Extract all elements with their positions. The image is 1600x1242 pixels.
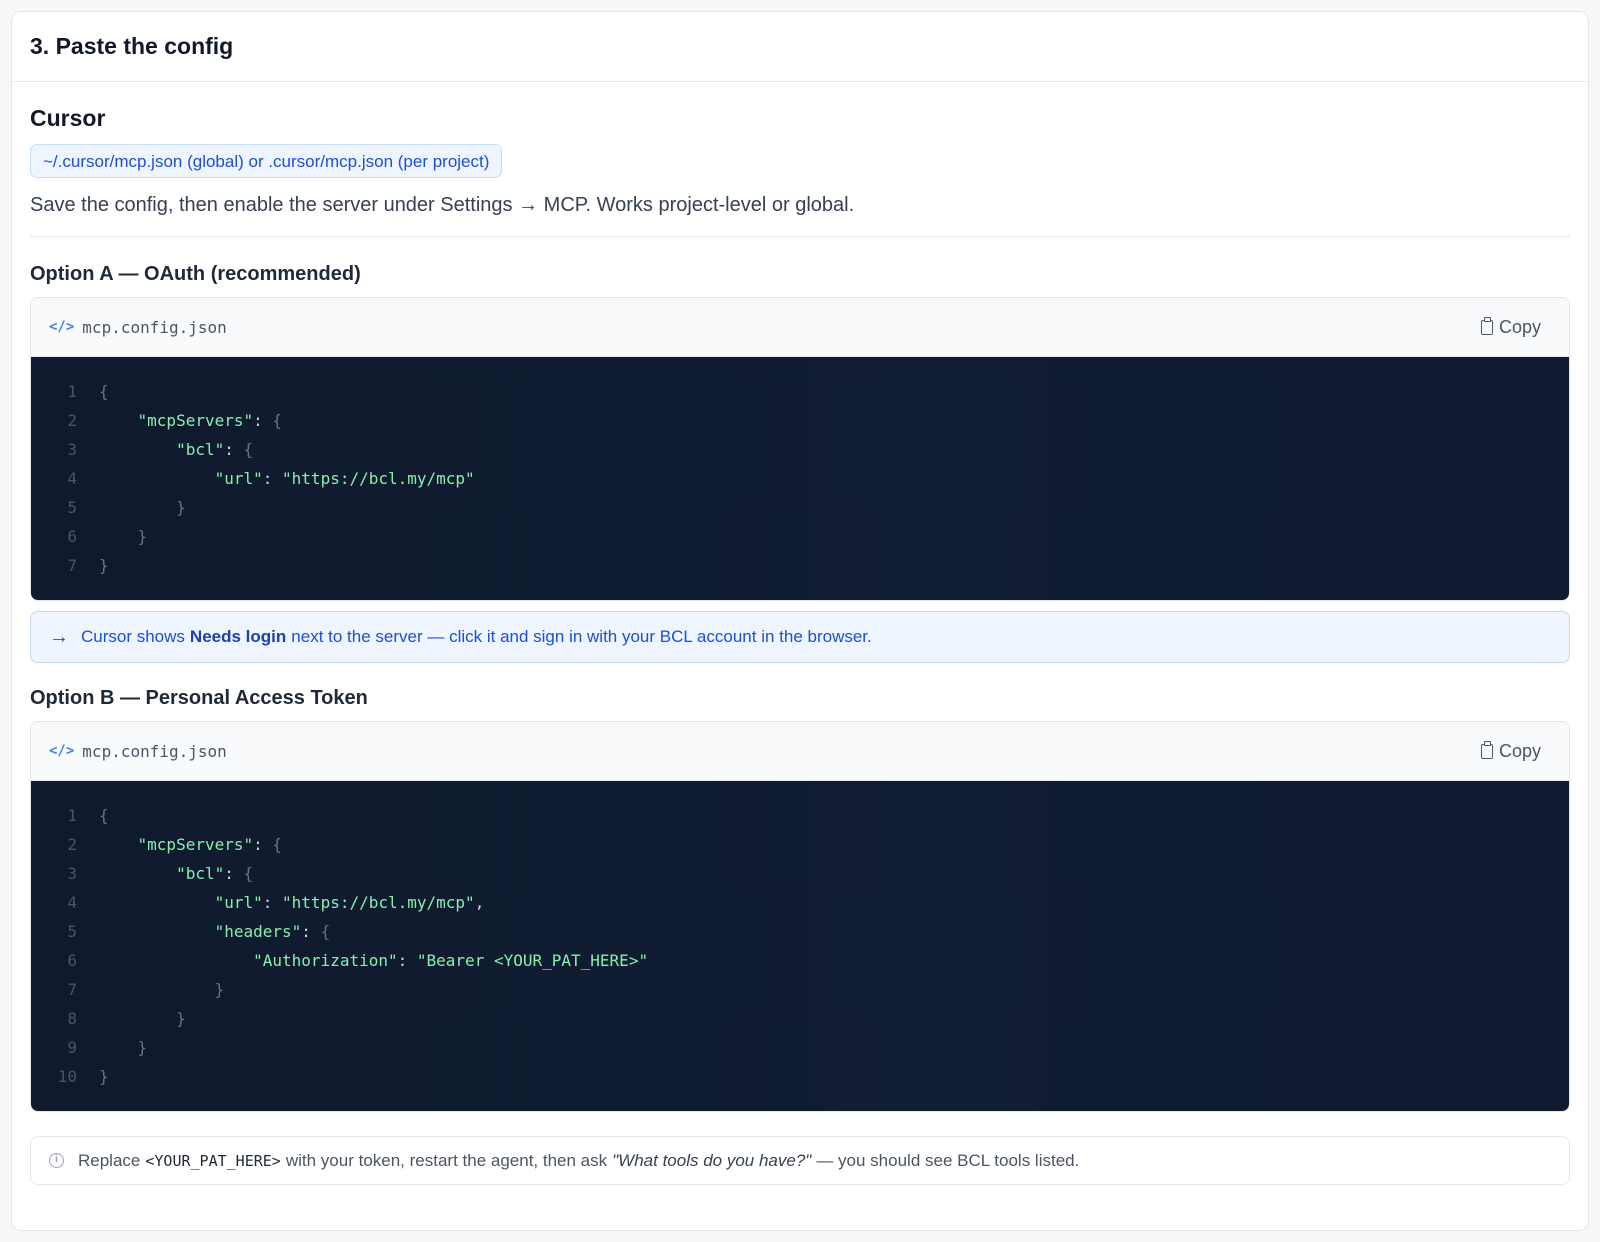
code-text: }: [137, 1038, 148, 1057]
code-line: 6 "Authorization": "Bearer <YOUR_PAT_HER…: [31, 946, 1569, 975]
code-body[interactable]: 1{2 "mcpServers": {3 "bcl": {4 "url": "h…: [31, 357, 1569, 600]
note-middle: with your token, restart the agent, then…: [285, 1150, 608, 1170]
code-block-header: </> mcp.config.json Copy: [31, 722, 1569, 781]
code-text: }: [176, 1009, 186, 1028]
code-line: 9 }: [31, 1033, 1569, 1062]
filename: mcp.config.json: [82, 317, 227, 337]
code-line: 2 "mcpServers": {: [31, 830, 1569, 859]
note-suffix: — you should see BCL tools listed.: [816, 1150, 1080, 1170]
callout-bold: Needs login: [189, 627, 287, 646]
code-line: 7 }: [31, 975, 1569, 1004]
code-line: 1{: [31, 377, 1569, 406]
copy-label: Copy: [1498, 740, 1541, 761]
copy-label: Copy: [1498, 316, 1541, 337]
filename: mcp.config.json: [82, 741, 227, 761]
code-text: }: [176, 498, 186, 517]
line-number: 2: [67, 835, 77, 854]
code-line: 10}: [31, 1062, 1569, 1091]
callout-suffix: next to the server — click it and sign i…: [291, 627, 872, 646]
code-line: 8 }: [31, 1004, 1569, 1033]
arrow-right-icon: →: [49, 625, 69, 648]
config-path-chip: ~/.cursor/mcp.json (global) or .cursor/m…: [30, 144, 503, 178]
card-header: 3. Paste the config: [12, 12, 1588, 82]
option-b-code-block: </> mcp.config.json Copy 1{2 "mcpServers…: [30, 721, 1570, 1112]
line-number: 3: [67, 864, 77, 883]
note-quote: "What tools do you have?": [612, 1150, 812, 1170]
file-label: </> mcp.config.json: [49, 318, 227, 337]
line-number: 5: [67, 498, 77, 517]
code-line: 3 "bcl": {: [31, 435, 1569, 464]
code-line: 6 }: [31, 522, 1569, 551]
code-line: 4 "url": "https://bcl.my/mcp": [31, 464, 1569, 493]
clipboard-icon: [1480, 316, 1493, 335]
note-code: <YOUR_PAT_HERE>: [145, 1151, 281, 1170]
line-number: 6: [67, 527, 77, 546]
code-text: "bcl": {: [176, 440, 254, 459]
code-text: }: [137, 527, 148, 546]
code-icon: </>: [49, 319, 75, 335]
code-line: 5 "headers": {: [31, 917, 1569, 946]
code-body[interactable]: 1{2 "mcpServers": {3 "bcl": {4 "url": "h…: [31, 781, 1569, 1111]
code-block-header: </> mcp.config.json Copy: [31, 298, 1569, 357]
code-line: 4 "url": "https://bcl.my/mcp",: [31, 888, 1569, 917]
section-title: 3. Paste the config: [30, 33, 234, 59]
code-text: {: [99, 806, 109, 825]
info-icon: i: [49, 1153, 64, 1168]
code-text: "url": "https://bcl.my/mcp",: [214, 893, 485, 912]
line-number: 6: [67, 951, 77, 970]
line-number: 4: [67, 893, 77, 912]
client-description: Save the config, then enable the server …: [30, 194, 855, 216]
info-note: i Replace <YOUR_PAT_HERE> with your toke…: [30, 1136, 1570, 1185]
code-text: "mcpServers": {: [137, 411, 283, 430]
code-text: "headers": {: [214, 922, 331, 941]
code-line: 1{: [31, 801, 1569, 830]
oauth-callout: → Cursor shows Needs login next to the s…: [30, 611, 1570, 663]
code-text: "bcl": {: [176, 864, 254, 883]
code-text: }: [99, 1067, 109, 1086]
line-number: 1: [67, 382, 77, 401]
config-card: 3. Paste the config Cursor ~/.cursor/mcp…: [11, 11, 1589, 1231]
code-line: 2 "mcpServers": {: [31, 406, 1569, 435]
card-body: Cursor ~/.cursor/mcp.json (global) or .c…: [12, 104, 1588, 1185]
clipboard-icon: [1480, 740, 1493, 759]
line-number: 10: [57, 1067, 77, 1086]
client-title: Cursor: [30, 105, 106, 131]
line-number: 1: [67, 806, 77, 825]
option-b-title: Option B — Personal Access Token: [30, 687, 368, 709]
line-number: 3: [67, 440, 77, 459]
code-text: }: [99, 556, 109, 575]
code-line: 3 "bcl": {: [31, 859, 1569, 888]
line-number: 9: [67, 1038, 77, 1057]
line-number: 5: [67, 922, 77, 941]
code-line: 5 }: [31, 493, 1569, 522]
line-number: 7: [67, 980, 77, 999]
divider: [30, 236, 1570, 237]
code-text: }: [214, 980, 225, 999]
note-prefix: Replace: [78, 1150, 141, 1170]
copy-button[interactable]: Copy: [1480, 740, 1551, 762]
code-text: "url": "https://bcl.my/mcp": [214, 469, 475, 488]
callout-prefix: Cursor shows: [81, 627, 185, 646]
line-number: 8: [67, 1009, 77, 1028]
line-number: 4: [67, 469, 77, 488]
code-text: "mcpServers": {: [137, 835, 283, 854]
code-text: {: [99, 382, 109, 401]
code-line: 7}: [31, 551, 1569, 580]
copy-button[interactable]: Copy: [1480, 316, 1551, 338]
code-icon: </>: [49, 743, 75, 759]
option-a-code-block: </> mcp.config.json Copy 1{2 "mcpServers…: [30, 297, 1570, 601]
line-number: 2: [67, 411, 77, 430]
line-number: 7: [67, 556, 77, 575]
option-a-title: Option A — OAuth (recommended): [30, 263, 361, 285]
file-label: </> mcp.config.json: [49, 742, 227, 761]
code-text: "Authorization": "Bearer <YOUR_PAT_HERE>…: [253, 951, 649, 970]
